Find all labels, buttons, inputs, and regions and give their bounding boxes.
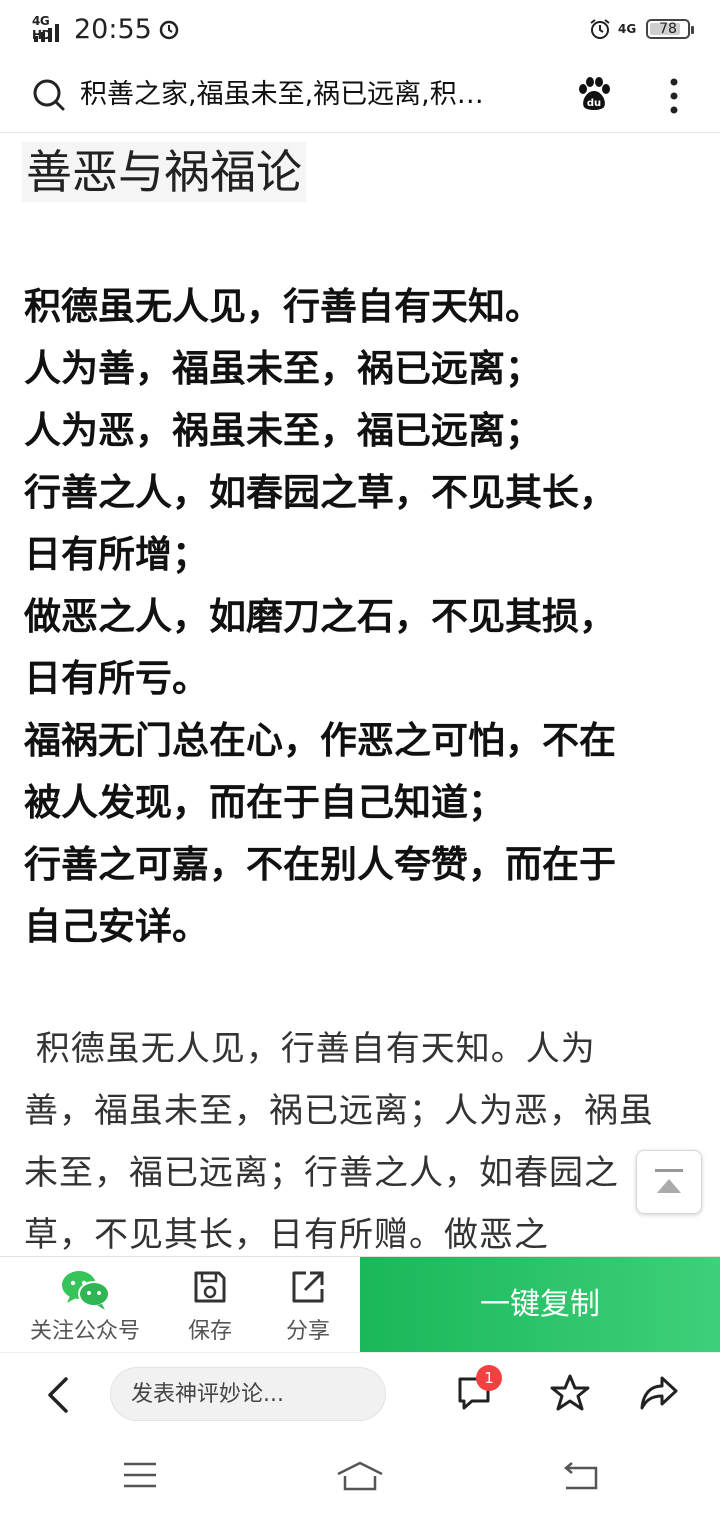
more-menu-icon[interactable]: [662, 76, 686, 116]
comment-count-badge: 1: [476, 1365, 502, 1391]
status-left: 4G HD 20:55: [32, 12, 180, 46]
verse-line: 积德虽无人见，行善自有天知。: [24, 285, 542, 328]
verse-line: 做恶之人，如磨刀之石，不见其损，: [24, 595, 616, 638]
battery-icon: 78: [646, 19, 694, 39]
browser-bottom-bar: 发表神评妙论... 1: [0, 1352, 720, 1439]
share-button[interactable]: 分享: [268, 1257, 348, 1353]
verse-line: 日有所亏。: [24, 657, 209, 700]
svg-text:du: du: [587, 98, 601, 109]
forward-share-icon[interactable]: [638, 1373, 680, 1413]
article-title: 善恶与祸福论: [22, 142, 306, 202]
prose-line: 积德虽无人见，行善自有天知。人为: [24, 1029, 596, 1069]
arrow-up-icon: [655, 1169, 683, 1193]
prose-line: 未至，福已远离；行善之人，如春园之: [24, 1153, 619, 1193]
follow-label: 关注公众号: [29, 1319, 140, 1344]
scroll-to-top-button[interactable]: [636, 1150, 702, 1214]
recent-apps-icon[interactable]: [122, 1460, 158, 1490]
search-header: 积善之家,福虽未至,祸已远离,积… du: [0, 58, 720, 133]
action-bar: 关注公众号 保存 分享 一键复制: [0, 1256, 720, 1353]
clock: 20:55: [74, 13, 152, 45]
back-icon[interactable]: [40, 1375, 76, 1415]
system-back-icon[interactable]: [560, 1460, 600, 1492]
alarm-icon: [590, 19, 610, 39]
article-content: 善恶与祸福论 积德虽无人见，行善自有天知。 人为善，福虽未至，祸已远离； 人为恶…: [0, 134, 720, 1256]
battery-level: 78: [659, 21, 677, 37]
home-icon[interactable]: [336, 1460, 384, 1492]
wechat-icon: [62, 1271, 110, 1310]
save-button[interactable]: 保存: [170, 1257, 250, 1353]
save-label: 保存: [187, 1319, 232, 1344]
system-navigation-bar: [0, 1438, 720, 1520]
save-icon: [194, 1271, 226, 1303]
verse-line: 日有所增；: [24, 533, 209, 576]
status-bar: 4G HD 20:55 4G 78: [0, 0, 720, 58]
verse-line: 人为恶，祸虽未至，福已远离；: [24, 409, 542, 452]
prose-paragraph: 积德虽无人见，行善自有天知。人为 善，福虽未至，祸已远离；人为恶，祸虽 未至，福…: [24, 1018, 700, 1256]
verse-line: 行善之人，如春园之草，不见其长，: [24, 471, 616, 514]
verse-line: 被人发现，而在于自己知道；: [24, 781, 505, 824]
alarm-icon: [159, 20, 179, 40]
follow-account-button[interactable]: 关注公众号: [20, 1257, 150, 1353]
comment-input[interactable]: 发表神评妙论...: [110, 1367, 386, 1421]
verse-line: 自己安详。: [24, 905, 209, 948]
search-icon[interactable]: [32, 78, 66, 112]
verse-line: 福祸无门总在心，作恶之可怕，不在: [24, 719, 616, 762]
status-right: 4G 78: [588, 14, 694, 44]
share-out-icon: [292, 1271, 324, 1303]
prose-line: 善，福虽未至，祸已远离；人为恶，祸虽: [24, 1091, 654, 1131]
search-query[interactable]: 积善之家,福虽未至,祸已远离,积…: [80, 76, 550, 114]
one-click-copy-button[interactable]: 一键复制: [360, 1257, 720, 1353]
signal-icon: 4G HD: [32, 14, 68, 44]
verse-line: 行善之可嘉，不在别人夸赞，而在于: [24, 843, 616, 886]
baidu-paw-icon[interactable]: du: [574, 74, 614, 114]
verse-block: 积德虽无人见，行善自有天知。 人为善，福虽未至，祸已远离； 人为恶，祸虽未至，福…: [24, 276, 700, 958]
favorite-star-icon[interactable]: [550, 1373, 590, 1413]
network-4g-label: 4G: [618, 22, 637, 36]
share-label: 分享: [285, 1319, 330, 1344]
prose-line: 草，不见其长，日有所赠。做恶之: [24, 1215, 549, 1255]
verse-line: 人为善，福虽未至，祸已远离；: [24, 347, 542, 390]
